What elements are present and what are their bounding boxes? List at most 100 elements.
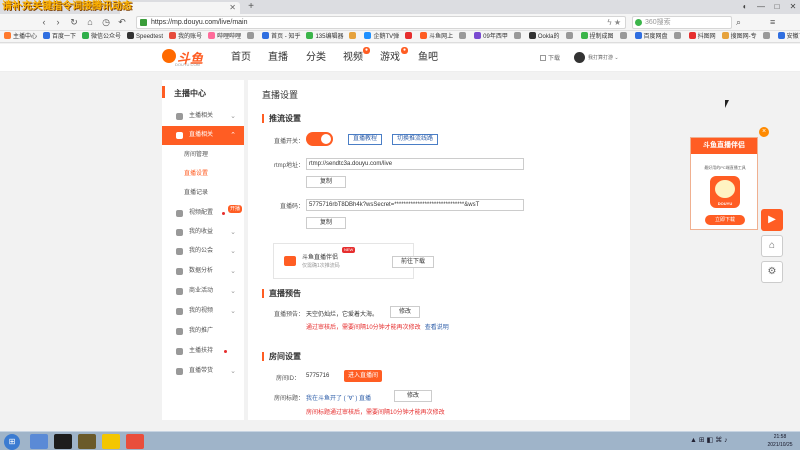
bookmark-item[interactable]: 百度一下 — [43, 31, 78, 42]
search-icon[interactable]: ⌕ — [736, 17, 748, 29]
sidebar: 主播中心 主播相关 ⌄ 直播相关 ⌃ 房间管理 直播设置 直播记录 视频配置 开… — [162, 80, 244, 420]
bookmark-item[interactable]: 135编辑器 — [306, 31, 345, 42]
ad-download-button[interactable]: 立即下载 — [705, 215, 745, 225]
sidebar-sub-room-manage[interactable]: 房间管理 — [162, 146, 244, 165]
nav-video[interactable]: 视频 — [343, 44, 363, 72]
edit-preview-button[interactable]: 修改 — [390, 306, 420, 318]
bookmark-item[interactable]: 斗鱼网上 — [420, 31, 455, 42]
sidebar-item-support[interactable]: 主播扶持 — [162, 342, 244, 361]
taskbar-app-icon[interactable] — [78, 434, 96, 449]
rtmp-field[interactable]: rtmp://sendtc3a.douyu.com/live — [306, 158, 524, 170]
taskbar-app-icon[interactable] — [30, 434, 48, 449]
switch-line-button[interactable]: 切换推流线路 — [392, 134, 439, 145]
companion-download-button[interactable]: 前往下载 — [392, 256, 434, 268]
copy-rtmp-button[interactable]: 复制 — [306, 176, 346, 188]
bookmark-item[interactable] — [349, 31, 360, 42]
sidebar-item-business[interactable]: 商业活动 ⌄ — [162, 282, 244, 301]
sidebar-item-income[interactable]: 我的收益 ⌄ — [162, 223, 244, 242]
nav-yuba[interactable]: 鱼吧 — [418, 44, 438, 72]
bookmark-item[interactable]: 微信公众号 — [82, 31, 123, 42]
maximize-button[interactable]: □ — [770, 1, 784, 13]
douyu-logo[interactable]: 斗鱼 DOUYU.COM — [162, 48, 204, 68]
skin-icon[interactable]: ◐ — [738, 1, 752, 13]
bookmark-item[interactable]: 安徽了 — [777, 31, 800, 42]
taskbar-app-icon[interactable] — [126, 434, 144, 449]
back-icon[interactable]: ‹ — [38, 16, 50, 28]
browser-tab-active[interactable]: ✕ — [120, 2, 240, 14]
play-icon[interactable]: ▶ — [761, 209, 783, 231]
system-tray[interactable]: ▲ ⊞ ◧ ⌘ ♪ — [690, 436, 728, 444]
nav-category[interactable]: 分类 — [306, 44, 326, 72]
sidebar-item-analytics[interactable]: 数据分析 ⌄ — [162, 262, 244, 281]
bookmark-item[interactable]: 09年西甲 — [474, 31, 510, 42]
bookmark-item[interactable]: 主播中心 — [4, 31, 39, 42]
sidebar-item-live-commerce[interactable]: 直播带货 ⌄ — [162, 362, 244, 381]
search-engine-input[interactable]: 360搜索 — [632, 16, 732, 29]
taskbar-app-icon[interactable] — [54, 434, 72, 449]
companion-ad[interactable]: 斗鱼直播伴侣 最好用的PC端直播工具 DOUYU 立即下载 — [690, 137, 758, 230]
bookmark-label: Speedtest — [136, 34, 164, 40]
close-tab-icon[interactable]: ✕ — [229, 3, 236, 12]
bookmark-item[interactable] — [459, 31, 470, 42]
live-switch-toggle[interactable] — [306, 132, 333, 146]
copy-code-button[interactable]: 复制 — [306, 217, 346, 229]
close-ad-icon[interactable]: × — [759, 127, 769, 137]
bookmark-item[interactable]: 百度网盘 — [634, 31, 670, 42]
sidebar-sub-live-records[interactable]: 直播记录 — [162, 184, 244, 203]
bookmark-item[interactable]: Speedtest — [127, 31, 165, 42]
bookmark-item[interactable] — [247, 31, 258, 42]
tutorial-button[interactable]: 直播教程 — [348, 134, 383, 145]
sidebar-item-video-config[interactable]: 视频配置 开播 — [162, 204, 244, 223]
bookmark-item[interactable]: 企鹅TV弹 — [364, 31, 401, 42]
history-icon[interactable]: ◷ — [100, 16, 112, 28]
new-tab-button[interactable]: + — [244, 0, 258, 14]
bookmarks-bar: 主播中心 百度一下 微信公众号 Speedtest 我的账号 哔哩哔哩 首页 - 知乎 135… — [0, 31, 800, 43]
address-bar[interactable]: https://mp.douyu.com/live/main ϟ ★ — [136, 16, 626, 29]
bookmark-item[interactable]: 搜图网-专 — [721, 31, 759, 42]
bookmark-item[interactable]: 首页 - 知乎 — [262, 31, 302, 42]
reload-icon[interactable]: ↻ — [68, 16, 80, 28]
stream-code-field[interactable]: 5775716rbT8DBh4k?wsSecret=**************… — [306, 199, 524, 211]
forward-icon[interactable]: › — [52, 16, 64, 28]
home-icon[interactable]: ⌂ — [84, 16, 96, 28]
sidebar-item-my-videos[interactable]: 我的视频 ⌄ — [162, 302, 244, 321]
minimize-button[interactable]: — — [754, 1, 768, 13]
restore-icon[interactable]: ↶ — [116, 16, 128, 28]
bookmark-item[interactable]: 抖图网 — [688, 31, 718, 42]
bookmark-item[interactable]: 捏制成图 — [580, 31, 616, 42]
nav-games[interactable]: 游戏 — [380, 44, 400, 72]
bookmark-item[interactable] — [762, 31, 774, 42]
sidebar-item-live[interactable]: 直播相关 ⌃ — [162, 126, 244, 145]
star-icon[interactable]: ★ — [614, 18, 621, 27]
user-avatar[interactable] — [574, 52, 585, 63]
sidebar-item-guild[interactable]: 我的公会 ⌄ — [162, 242, 244, 261]
bookmark-favicon-icon — [619, 32, 627, 39]
view-instructions-link[interactable]: 查看说明 — [425, 325, 449, 331]
bookmark-item[interactable]: 哔哩哔哩 — [208, 31, 243, 42]
sidebar-sub-live-settings[interactable]: 直播设置 — [162, 165, 244, 184]
download-link[interactable]: 下载 — [540, 53, 560, 62]
clock[interactable]: 21:58 2021/10/25 — [760, 433, 800, 449]
bookmark-item[interactable] — [405, 31, 416, 42]
home-side-icon[interactable]: ⌂ — [761, 235, 783, 257]
bookmark-item[interactable]: Ookla的 — [528, 31, 562, 42]
logo-subtext: DOUYU.COM — [175, 62, 200, 67]
settings-side-icon[interactable]: ⚙ — [761, 261, 783, 283]
bookmark-item[interactable] — [619, 31, 631, 42]
nav-live[interactable]: 直播 — [268, 44, 288, 72]
bookmark-item[interactable] — [673, 31, 685, 42]
sidebar-item-anchor[interactable]: 主播相关 ⌄ — [162, 107, 244, 126]
nav-home[interactable]: 首页 — [231, 44, 251, 72]
bookmark-item[interactable]: 我的账号 — [169, 31, 204, 42]
sidebar-item-promotion[interactable]: 我的推广 — [162, 322, 244, 341]
bookmark-item[interactable] — [565, 31, 577, 42]
windows-start-icon[interactable]: ⊞ — [4, 434, 20, 450]
menu-icon[interactable]: ≡ — [770, 17, 782, 29]
lightning-icon[interactable]: ϟ — [607, 18, 611, 27]
enter-room-button[interactable]: 进入直播间 — [344, 370, 383, 382]
taskbar-app-icon[interactable] — [102, 434, 120, 449]
close-window-button[interactable]: ✕ — [786, 1, 800, 13]
bookmark-item[interactable] — [513, 31, 525, 42]
user-name[interactable]: 我打算打游 ⌄ — [588, 54, 619, 61]
edit-room-title-button[interactable]: 修改 — [394, 390, 432, 402]
